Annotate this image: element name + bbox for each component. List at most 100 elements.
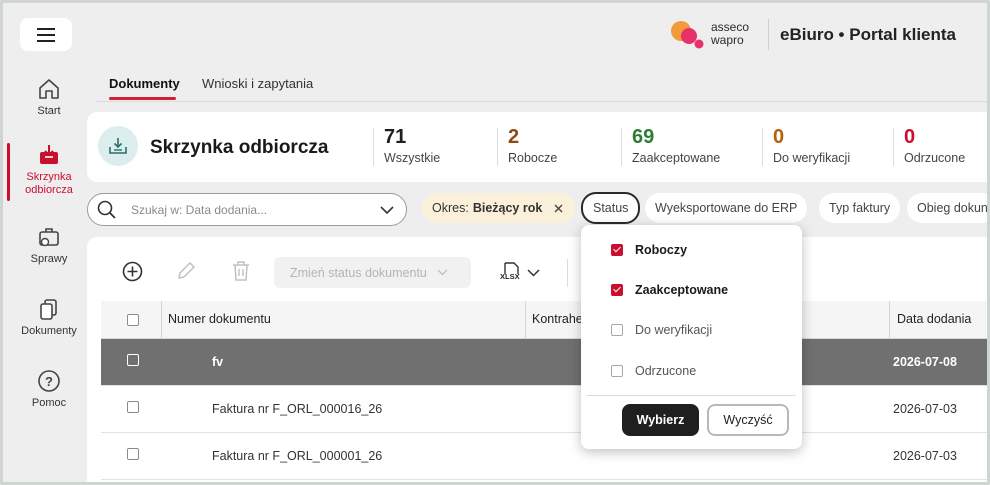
stat-value: 0 <box>773 126 785 148</box>
stat-value: 71 <box>384 126 407 148</box>
stat-divider <box>373 128 374 166</box>
filter-chip-erp-export[interactable]: Wyeksportowane do ERP <box>645 193 808 223</box>
filter-chip-workflow[interactable]: Obieg dokun <box>907 193 987 223</box>
documents-panel: Zmień status dokumentu XLSX Numer dokume… <box>87 237 987 482</box>
checkbox-checked[interactable] <box>611 244 623 256</box>
column-header-number[interactable]: Numer dokumentu <box>168 312 271 326</box>
stat-accepted[interactable]: 69 Zaakceptowane <box>632 126 720 165</box>
help-icon: ? <box>38 370 60 392</box>
chevron-down-icon <box>527 269 540 277</box>
stat-divider <box>893 128 894 166</box>
briefcase-icon <box>39 228 59 247</box>
select-all-checkbox[interactable] <box>127 314 139 326</box>
filter-chip-period[interactable]: Okres: Bieżący rok <box>422 193 575 223</box>
stat-divider <box>497 128 498 166</box>
stat-rejected[interactable]: 0 Odrzucone <box>904 126 965 165</box>
add-icon[interactable] <box>122 261 143 282</box>
checkbox-unchecked[interactable] <box>611 324 623 336</box>
column-header-contractor[interactable]: Kontrahe <box>532 312 583 326</box>
option-label: Zaakceptowane <box>635 283 729 297</box>
document-number: fv <box>212 355 224 369</box>
sidebar-item-label: Sprawy <box>30 253 68 265</box>
svg-text:?: ? <box>45 374 53 389</box>
chevron-down-icon[interactable] <box>380 205 394 215</box>
stat-label: Do weryfikacji <box>773 151 851 165</box>
checkbox-checked[interactable] <box>611 284 623 296</box>
table-row[interactable]: fv 2026-07-08 <box>101 339 987 386</box>
document-number: Faktura nr F_ORL_000001_26 <box>212 449 383 463</box>
status-option-do-weryfikacji[interactable]: Do weryfikacji <box>611 322 712 338</box>
sidebar-item-label: Pomoc <box>31 397 67 409</box>
search-icon <box>97 200 116 219</box>
stat-value: 2 <box>508 126 520 148</box>
inbox-icon <box>40 145 58 164</box>
filter-chip-status[interactable]: Status <box>581 192 641 224</box>
sidebar-item-label: Start <box>37 105 61 117</box>
row-checkbox[interactable] <box>127 354 139 366</box>
table-row[interactable]: Faktura nr F_ORL_000016_26 2026-07-03 <box>101 386 987 433</box>
menu-button[interactable] <box>20 18 72 51</box>
stat-value: 0 <box>904 126 916 148</box>
hamburger-icon <box>37 27 55 42</box>
inbox-download-icon <box>109 138 127 154</box>
change-status-button[interactable]: Zmień status dokumentu <box>274 257 471 288</box>
close-icon[interactable] <box>554 204 563 213</box>
search-input[interactable]: Szukaj w: Data dodania... <box>87 193 407 226</box>
sidebar-item-start[interactable]: Start <box>3 77 95 117</box>
sidebar-item-label: Dokumenty <box>21 325 77 337</box>
column-header-date[interactable]: Data dodania <box>897 312 971 326</box>
search-placeholder: Szukaj w: Data dodania... <box>131 203 268 217</box>
tab-wnioski[interactable]: Wnioski i zapytania <box>202 76 313 91</box>
status-option-roboczy[interactable]: Roboczy <box>611 242 687 258</box>
inbox-badge <box>98 126 138 166</box>
documents-icon <box>40 299 57 320</box>
option-label: Roboczy <box>635 243 688 257</box>
date-added: 2026-07-03 <box>893 449 957 463</box>
column-divider <box>889 301 890 339</box>
row-checkbox[interactable] <box>127 448 139 460</box>
stat-divider <box>621 128 622 166</box>
column-divider <box>161 301 162 339</box>
inbox-summary-card: Skrzynka odbiorcza 71 Wszystkie 2 Robocz… <box>87 112 987 182</box>
change-status-label: Zmień status dokumentu <box>290 265 427 280</box>
status-filter-dropdown: Roboczy Zaakceptowane Do weryfikacji Odr… <box>581 225 802 449</box>
tabs-divider <box>95 101 987 102</box>
stat-label: Odrzucone <box>904 151 966 165</box>
stat-drafts[interactable]: 2 Robocze <box>508 126 557 165</box>
page-title: Skrzynka odbiorcza <box>150 137 329 158</box>
sidebar-item-dokumenty[interactable]: Dokumenty <box>3 297 95 337</box>
period-label: Okres: <box>432 201 469 215</box>
xlsx-label: XLSX <box>500 272 520 281</box>
dropdown-divider <box>587 395 796 396</box>
stat-label: Robocze <box>508 151 558 165</box>
stat-to-verify[interactable]: 0 Do weryfikacji <box>773 126 850 165</box>
stat-value: 69 <box>632 126 655 148</box>
trash-icon[interactable] <box>231 260 251 282</box>
logo-line2: wapro <box>711 33 744 47</box>
stat-all[interactable]: 71 Wszystkie <box>384 126 440 165</box>
filter-chip-invoice-type[interactable]: Typ faktury <box>819 193 901 223</box>
sidebar-item-pomoc[interactable]: ? Pomoc <box>3 369 95 409</box>
row-checkbox[interactable] <box>127 401 139 413</box>
tab-dokumenty[interactable]: Dokumenty <box>109 76 180 91</box>
stat-label: Wszystkie <box>384 151 441 165</box>
table-header: Numer dokumentu Kontrahe Data dodania <box>101 301 987 339</box>
date-added: 2026-07-03 <box>893 402 957 416</box>
status-option-odrzucone[interactable]: Odrzucone <box>611 363 696 379</box>
sidebar-item-inbox[interactable]: Skrzynka odbiorcza <box>3 143 95 197</box>
status-option-zaakceptowane[interactable]: Zaakceptowane <box>611 282 728 298</box>
option-label: Odrzucone <box>635 364 697 378</box>
asseco-wapro-logo: asseco wapro <box>669 18 749 50</box>
header-divider <box>768 19 769 50</box>
column-divider <box>525 301 526 339</box>
apply-button[interactable]: Wybierz <box>622 404 699 436</box>
sidebar-item-sprawy[interactable]: Sprawy <box>3 225 95 265</box>
edit-icon[interactable] <box>176 261 196 281</box>
app-window: asseco wapro eBiuro • Portal klienta Sta… <box>0 0 990 485</box>
sidebar-item-label: Skrzynka odbiorcza <box>25 171 73 196</box>
home-icon <box>39 79 59 99</box>
clear-button[interactable]: Wyczyść <box>707 404 789 436</box>
checkbox-unchecked[interactable] <box>611 365 623 377</box>
export-xlsx-button[interactable]: XLSX <box>499 261 540 285</box>
table-row[interactable]: Faktura nr F_ORL_000001_26 2026-07-03 <box>101 433 987 480</box>
